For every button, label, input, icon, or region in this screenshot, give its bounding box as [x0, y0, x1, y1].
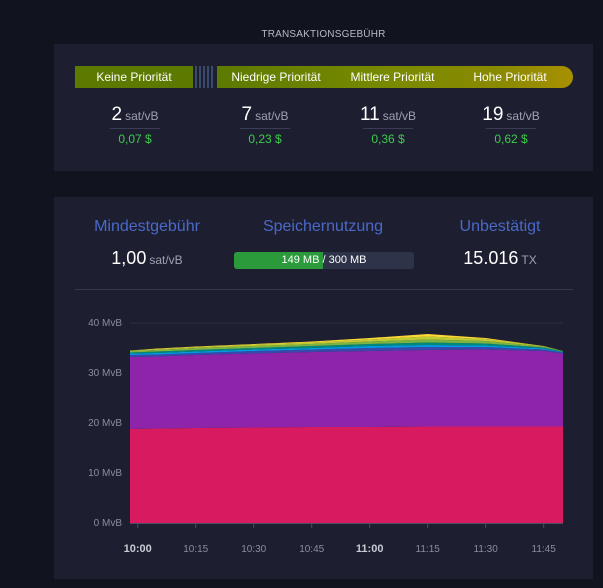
fee-usd: 0,07 $ — [118, 132, 152, 146]
priority-label-medium: Mittlere Priorität — [350, 70, 435, 84]
fee-divider — [486, 128, 536, 129]
chart-area-series-1 — [130, 349, 563, 429]
priority-label-none: Keine Priorität — [96, 70, 172, 84]
unconfirmed-value-row: 15.016 TX — [420, 248, 580, 269]
unconfirmed-unit: TX — [521, 253, 537, 267]
memory-usage-text: 149 MB / 300 MB — [234, 252, 414, 269]
chart-x-tick-label: 11:45 — [532, 544, 557, 555]
min-fee-label: Mindestgebühr — [94, 218, 200, 235]
memory-usage-bar: 149 MB / 300 MB — [234, 252, 414, 269]
min-fee-value-row: 1,00 sat/vB — [67, 248, 227, 269]
fee-card: Keine Priorität Niedrige Priorität Mittl… — [54, 44, 593, 171]
fee-usd: 0,62 $ — [494, 132, 528, 146]
fee-value: 19 — [482, 104, 504, 125]
memory-usage-label: Speichernutzung — [262, 218, 384, 235]
fee-usd: 0,36 $ — [371, 132, 405, 146]
mempool-chart[interactable]: 0 MvB 10 MvB 20 MvB 30 MvB 40 MvB 10:00 10:15 1… — [54, 297, 593, 572]
fee-value: 11 — [359, 104, 380, 125]
unconfirmed-value: 15.016 — [463, 248, 519, 268]
chart-y-tick-label: 10 MvB — [88, 468, 122, 479]
fee-usd: 0,23 $ — [248, 132, 282, 146]
section-divider — [75, 289, 573, 290]
chart-y-tick-label: 0 MvB — [94, 518, 123, 529]
chart-x-tick-label: 11:15 — [416, 544, 441, 555]
fee-divider — [110, 128, 160, 129]
fee-unit: sat/vB — [382, 109, 417, 123]
chart-x-tick-label: 10:00 — [124, 543, 152, 555]
fee-column-high: 19 sat/vB 0,62 $ — [461, 104, 561, 146]
transaction-fee-title: TRANSAKTIONSGEBÜHR — [261, 29, 386, 40]
chart-x-tick-label: 10:30 — [241, 544, 266, 555]
priority-label-high: Hohe Priorität — [473, 70, 547, 84]
unconfirmed-label: Unbestätigt — [459, 218, 541, 235]
priority-bar-gap — [195, 66, 215, 88]
fee-value: 2 — [111, 104, 123, 125]
memory-used: 149 MB — [281, 254, 320, 266]
fee-unit: sat/vB — [255, 109, 289, 123]
fee-column-medium: 11 sat/vB 0,36 $ — [338, 104, 438, 146]
chart-y-tick-label: 30 MvB — [88, 368, 122, 379]
memory-total: / 300 MB — [319, 254, 367, 266]
priority-label-low: Niedrige Priorität — [231, 70, 321, 84]
min-fee-value: 1,00 — [111, 248, 147, 268]
fee-divider — [363, 128, 413, 129]
fee-column-low: 7 sat/vB 0,23 $ — [215, 104, 315, 146]
chart-x-tick-label: 10:45 — [299, 544, 324, 555]
fee-value: 7 — [241, 104, 253, 125]
chart-area-series-0 — [130, 426, 563, 523]
chart-y-tick-label: 20 MvB — [88, 418, 122, 429]
chart-x-tick-label: 11:30 — [474, 544, 499, 555]
chart-y-tick-label: 40 MvB — [88, 318, 122, 329]
fee-unit: sat/vB — [125, 109, 159, 123]
chart-x-tick-label: 11:00 — [356, 543, 384, 555]
chart-x-tick-label: 10:15 — [183, 544, 208, 555]
fee-divider — [240, 128, 290, 129]
fee-unit: sat/vB — [506, 109, 540, 123]
fee-column-none: 2 sat/vB 0,07 $ — [85, 104, 185, 146]
min-fee-unit: sat/vB — [149, 253, 183, 267]
mempool-card: Mindestgebühr Speichernutzung Unbestätig… — [54, 197, 593, 579]
